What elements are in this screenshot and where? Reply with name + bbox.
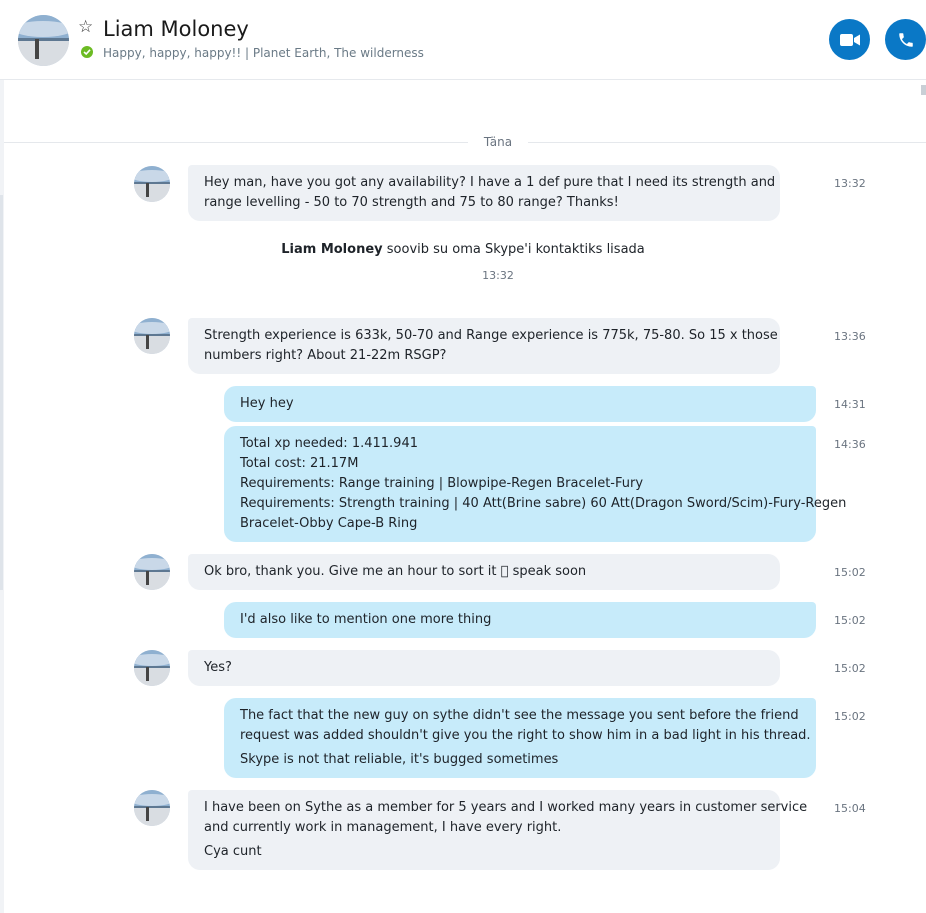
message-timestamp: 15:02 <box>834 662 866 675</box>
message-line: Requirements: Strength training | 40 Att… <box>240 496 847 511</box>
contact-name[interactable]: Liam Moloney <box>103 16 249 42</box>
message-line: Ok bro, thank you. Give me an hour to so… <box>204 564 587 579</box>
sender-avatar[interactable] <box>134 554 170 590</box>
message-line: Hey hey <box>240 396 294 411</box>
message-bubble-incoming[interactable]: Strength experience is 633k, 50-70 and R… <box>188 318 780 374</box>
favorite-star-icon[interactable]: ☆ <box>78 17 93 37</box>
message-line: Skype is not that reliable, it's bugged … <box>240 752 559 767</box>
message-line: Cya cunt <box>204 844 262 859</box>
message-line: I have been on Sythe as a member for 5 y… <box>204 800 808 815</box>
audio-call-button[interactable] <box>885 19 926 60</box>
message-line: Yes? <box>204 660 232 675</box>
message-line: Total xp needed: 1.411.941 <box>240 436 418 451</box>
message-bubble-incoming[interactable]: I have been on Sythe as a member for 5 y… <box>188 790 808 870</box>
phone-icon <box>898 32 913 47</box>
online-status-icon <box>81 46 93 58</box>
day-label: Täna <box>468 133 528 151</box>
scrollbar-thumb[interactable] <box>921 85 926 95</box>
message-timestamp: 15:02 <box>834 710 866 723</box>
video-call-button[interactable] <box>829 19 870 60</box>
message-timestamp: 14:36 <box>834 438 866 451</box>
message-line: and currently work in management, I have… <box>204 820 562 835</box>
system-message-text: soovib su oma Skype'i kontaktiks lisada <box>386 242 645 257</box>
sender-avatar[interactable] <box>134 166 170 202</box>
message-timestamp: 15:02 <box>834 566 866 579</box>
left-sidebar-edge <box>0 80 4 913</box>
mood-message: Happy, happy, happy!! | Planet Earth, Th… <box>103 46 424 60</box>
message-bubble-incoming[interactable]: Ok bro, thank you. Give me an hour to so… <box>188 554 780 590</box>
message-bubble-incoming[interactable]: Yes? <box>188 650 780 686</box>
message-bubble-outgoing[interactable]: Hey hey <box>224 386 816 422</box>
message-line: numbers right? About 21-22m RSGP? <box>204 348 447 363</box>
message-timestamp: 13:32 <box>834 177 866 190</box>
system-message-timestamp: 13:32 <box>482 269 514 282</box>
sender-avatar[interactable] <box>134 650 170 686</box>
video-camera-icon <box>839 33 860 46</box>
message-line: The fact that the new guy on sythe didn'… <box>240 708 799 723</box>
sender-avatar[interactable] <box>134 318 170 354</box>
chat-header: ☆ Liam Moloney Happy, happy, happy!! | P… <box>0 0 926 80</box>
system-message-name: Liam Moloney <box>281 242 383 257</box>
message-line: Bracelet-Obby Cape-B Ring <box>240 516 418 531</box>
message-timestamp: 15:04 <box>834 802 866 815</box>
message-bubble-outgoing[interactable]: I'd also like to mention one more thing <box>224 602 816 638</box>
message-bubble-incoming[interactable]: Hey man, have you got any availability? … <box>188 165 780 221</box>
message-line: Hey man, have you got any availability? … <box>204 175 776 190</box>
message-line: request was added shouldn't give you the… <box>240 728 811 743</box>
message-bubble-outgoing[interactable]: Total xp needed: 1.411.941 Total cost: 2… <box>224 426 847 542</box>
contact-avatar[interactable] <box>18 15 69 66</box>
message-line: Requirements: Range training | Blowpipe-… <box>240 476 644 491</box>
message-bubble-outgoing[interactable]: The fact that the new guy on sythe didn'… <box>224 698 816 778</box>
message-line: I'd also like to mention one more thing <box>240 612 492 627</box>
system-message: Liam Moloney soovib su oma Skype'i konta… <box>0 241 926 259</box>
message-line: Strength experience is 633k, 50-70 and R… <box>204 328 778 343</box>
message-line: range levelling - 50 to 70 strength and … <box>204 195 619 210</box>
message-timestamp: 13:36 <box>834 330 866 343</box>
sender-avatar[interactable] <box>134 790 170 826</box>
message-line: Total cost: 21.17M <box>240 456 359 471</box>
message-timestamp: 15:02 <box>834 614 866 627</box>
day-divider <box>4 142 926 143</box>
message-timestamp: 14:31 <box>834 398 866 411</box>
